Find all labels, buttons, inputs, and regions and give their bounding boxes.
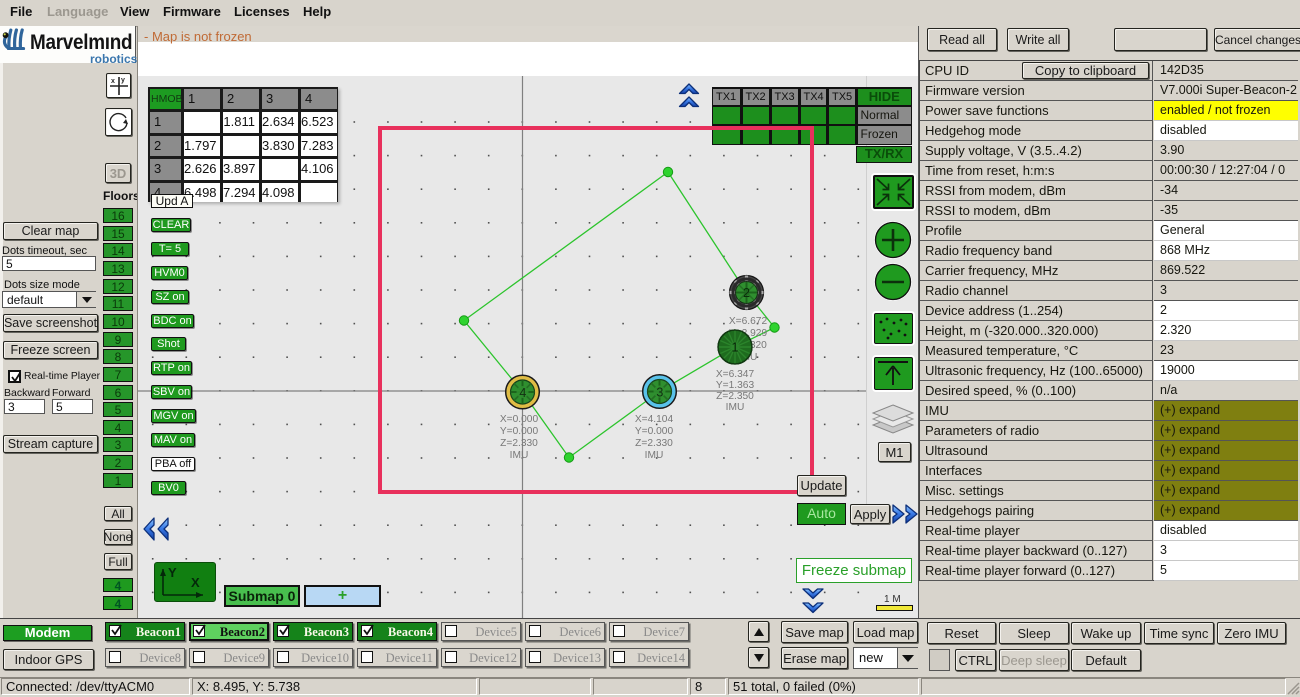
svg-text:y: y xyxy=(121,77,125,84)
svg-text:X: X xyxy=(191,575,200,590)
svg-text:x: x xyxy=(111,78,115,85)
svg-text:Y: Y xyxy=(168,565,177,580)
